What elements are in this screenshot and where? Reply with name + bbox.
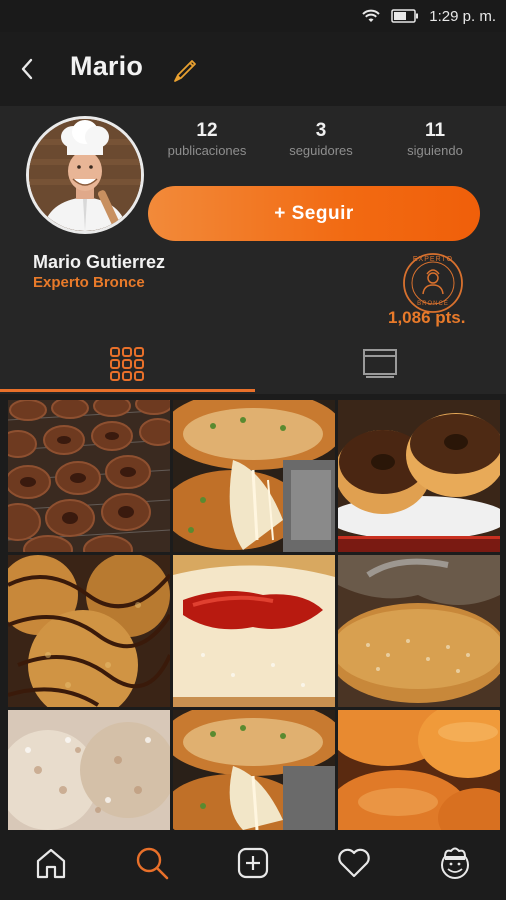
grid-icon [109,346,145,387]
status-bar: 1:29 p. m. [0,0,506,32]
post-tile[interactable] [338,555,500,707]
cheese-bread-photo [173,400,335,552]
profile-stats: 12 publicaciones 3 seguidores 11 siguien… [150,120,492,160]
bronze-badge-icon: EXPERTO BRONCE [402,252,464,314]
battery-icon [391,9,419,23]
follow-button[interactable]: + Seguir [148,186,480,241]
sugar-churro-donut-photo [338,555,500,707]
post-tile[interactable] [173,555,335,707]
stat-label: siguiendo [407,143,463,158]
chocolate-drizzle-pastries-photo [8,555,170,707]
stat-posts[interactable]: 12 publicaciones [150,120,264,160]
app-header: Mario [0,32,506,106]
page-title: Mario [70,51,144,81]
cheese-bread-photo [173,710,335,830]
nav-home[interactable] [21,835,81,895]
profile-tabs [0,338,506,394]
nav-profile[interactable] [425,835,485,895]
jam-filled-donut-photo [173,555,335,707]
status-time: 1:29 p. m. [429,7,496,25]
badge-top-text: EXPERTO [412,256,454,263]
stat-following[interactable]: 11 siguiendo [378,120,492,160]
chef-icon [437,845,473,886]
post-tile[interactable] [8,555,170,707]
wifi-icon [361,8,381,24]
pencil-icon[interactable] [170,56,200,86]
chocolate-donuts-plate-photo [338,400,500,552]
stat-value: 3 [315,120,327,141]
coconut-pastries-photo [8,710,170,830]
posts-grid [0,394,506,830]
feed-icon [362,348,398,385]
chocolate-donuts-rack-photo [8,400,170,552]
post-tile[interactable] [173,710,335,830]
profile-rank: Experto Bronce [33,274,145,291]
nav-favorites[interactable] [324,835,384,895]
tab-feed[interactable] [253,338,506,394]
profile-section: 12 publicaciones 3 seguidores 11 siguien… [0,106,506,338]
profile-full-name: Mario Gutierrez [33,252,166,272]
points-label: 1,086 pts. [388,308,466,327]
post-tile[interactable] [338,400,500,552]
nav-add[interactable] [223,835,283,895]
post-tile[interactable] [338,710,500,830]
post-tile[interactable] [173,400,335,552]
stat-followers[interactable]: 3 seguidores [264,120,378,160]
tab-grid[interactable] [0,338,253,394]
stat-value: 11 [424,120,446,141]
nav-search[interactable] [122,835,182,895]
add-icon [236,846,270,885]
avatar[interactable] [26,116,144,234]
badge-bottom-text: BRONCE [417,301,449,307]
home-icon [34,846,68,885]
bread-rolls-photo [338,710,500,830]
bottom-nav [0,830,506,900]
active-tab-indicator [0,389,255,392]
heart-icon [336,847,372,884]
post-tile[interactable] [8,400,170,552]
post-tile[interactable] [8,710,170,830]
back-arrow-icon[interactable] [20,56,42,82]
stat-label: publicaciones [167,143,247,158]
stat-value: 12 [196,120,218,141]
stat-label: seguidores [289,143,353,158]
search-icon [135,846,169,885]
